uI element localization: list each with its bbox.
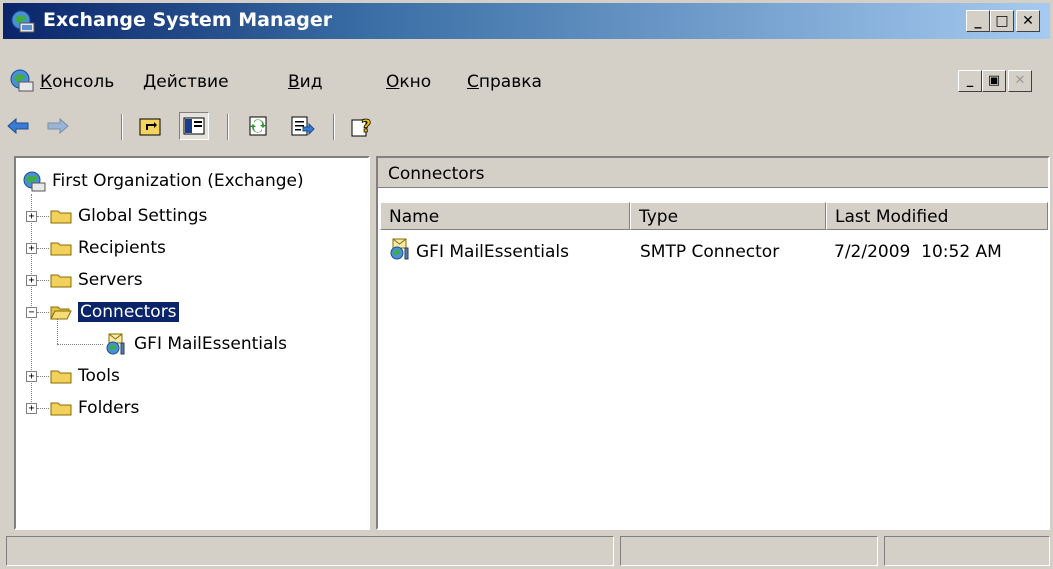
menu-action-label: Действие bbox=[143, 72, 229, 92]
tree-item-label: Tools bbox=[78, 366, 120, 386]
svg-text:?: ? bbox=[361, 116, 371, 137]
cell-name: GFI MailEssentials bbox=[416, 242, 569, 262]
status-panel-2 bbox=[620, 536, 878, 566]
menu-view-label: Вид bbox=[288, 72, 323, 92]
tree-item-label: Connectors bbox=[77, 301, 180, 323]
menu-bar: Консоль Действие Вид Окно Справка _ ▣ ✕ bbox=[3, 64, 1050, 100]
smtp-connector-icon bbox=[390, 238, 409, 260]
folder-icon bbox=[50, 210, 72, 224]
mdi-close-button[interactable]: ✕ bbox=[1008, 70, 1032, 92]
details-header: Connectors bbox=[378, 158, 1048, 188]
column-header-last-modified[interactable]: Last Modified bbox=[826, 202, 1048, 230]
menu-console[interactable]: Консоль bbox=[40, 72, 114, 92]
tree-item-connectors[interactable]: Connectors bbox=[50, 299, 180, 325]
column-header-label: Name bbox=[389, 207, 440, 227]
up-folder-icon[interactable] bbox=[135, 112, 165, 140]
toolbar-separator bbox=[333, 114, 335, 140]
tree-root-label: First Organization (Exchange) bbox=[52, 171, 304, 191]
tree-item-folders[interactable]: Folders bbox=[50, 395, 139, 421]
column-header-name[interactable]: Name bbox=[380, 202, 630, 230]
menu-view[interactable]: Вид bbox=[288, 72, 322, 92]
expand-toggle[interactable]: + bbox=[26, 403, 37, 414]
menu-action[interactable]: Действие bbox=[143, 72, 229, 92]
tree-line bbox=[37, 408, 49, 409]
tree-line bbox=[37, 376, 49, 377]
status-panel-3 bbox=[884, 536, 1050, 566]
column-header-label: Type bbox=[639, 207, 679, 227]
folder-icon bbox=[50, 274, 72, 288]
mdi-restore-button[interactable]: ▣ bbox=[982, 70, 1006, 92]
tree-item-recipients[interactable]: Recipients bbox=[50, 235, 166, 261]
folder-icon bbox=[50, 402, 72, 416]
tree-item-global-settings[interactable]: Global Settings bbox=[50, 203, 207, 229]
smtp-connector-icon bbox=[106, 333, 125, 355]
expand-toggle[interactable]: + bbox=[26, 211, 37, 222]
tree-item-label: GFI MailEssentials bbox=[134, 334, 287, 354]
mdi-minimize-button[interactable]: _ bbox=[958, 70, 982, 92]
open-folder-icon bbox=[50, 306, 72, 320]
minimize-button[interactable]: _ bbox=[966, 10, 990, 32]
exchange-app-icon bbox=[11, 10, 35, 33]
details-header-label: Connectors bbox=[388, 164, 485, 184]
tree-root[interactable]: First Organization (Exchange) bbox=[22, 168, 304, 194]
show-tree-icon[interactable] bbox=[179, 112, 209, 140]
tree-line bbox=[57, 344, 103, 345]
column-header-type[interactable]: Type bbox=[630, 202, 826, 230]
refresh-icon[interactable] bbox=[243, 112, 273, 140]
column-header-label: Last Modified bbox=[835, 207, 949, 227]
cell-last-modified: 7/2/2009 10:52 AM bbox=[834, 242, 1002, 262]
console-tree-pane[interactable]: First Organization (Exchange) + Global S… bbox=[14, 156, 370, 530]
exchange-system-manager-window: Exchange System Manager _ □ ✕ Консоль Де… bbox=[0, 0, 1053, 569]
tree-item-label: Recipients bbox=[78, 238, 166, 258]
menu-window-label: Окно bbox=[386, 72, 432, 92]
menu-console-label: Консоль bbox=[40, 72, 115, 92]
title-bar[interactable]: Exchange System Manager _ □ ✕ bbox=[3, 3, 1050, 39]
maximize-button[interactable]: □ bbox=[990, 10, 1014, 32]
status-panel-1 bbox=[6, 536, 614, 566]
folder-icon bbox=[50, 242, 72, 256]
details-pane[interactable]: Connectors Name Type Last Modified GFI M… bbox=[376, 156, 1050, 530]
tree-line bbox=[37, 216, 49, 217]
exchange-organization-icon bbox=[23, 171, 46, 192]
tree-item-label: Global Settings bbox=[78, 206, 208, 226]
tree-line bbox=[37, 248, 49, 249]
tree-item-tools[interactable]: Tools bbox=[50, 363, 120, 389]
tree-item-servers[interactable]: Servers bbox=[50, 267, 143, 293]
menu-window[interactable]: Окно bbox=[386, 72, 431, 92]
expand-toggle[interactable]: + bbox=[26, 275, 37, 286]
toolbar-separator bbox=[227, 114, 229, 140]
menu-help-label: Справка bbox=[467, 72, 542, 92]
cell-type: SMTP Connector bbox=[640, 242, 780, 262]
tree-line bbox=[37, 312, 49, 313]
collapse-toggle[interactable]: − bbox=[26, 307, 37, 318]
tree-item-gfi-mailessentials[interactable]: GFI MailEssentials bbox=[104, 331, 287, 357]
close-button[interactable]: ✕ bbox=[1016, 10, 1040, 32]
export-list-icon[interactable] bbox=[287, 112, 317, 140]
expand-toggle[interactable]: + bbox=[26, 371, 37, 382]
console-document-icon[interactable] bbox=[9, 68, 35, 94]
tree-item-label: Folders bbox=[78, 398, 140, 418]
expand-toggle[interactable]: + bbox=[26, 243, 37, 254]
menu-help[interactable]: Справка bbox=[467, 72, 542, 92]
tree-line bbox=[37, 280, 49, 281]
help-icon[interactable]: ? bbox=[347, 112, 377, 140]
forward-arrow-icon[interactable] bbox=[43, 112, 73, 140]
window-title: Exchange System Manager bbox=[43, 9, 333, 31]
toolbar-separator bbox=[121, 114, 123, 140]
tree-item-label: Servers bbox=[78, 270, 143, 290]
toolbar: ? bbox=[3, 104, 1050, 150]
back-arrow-icon[interactable] bbox=[3, 112, 33, 140]
folder-icon bbox=[50, 370, 72, 384]
